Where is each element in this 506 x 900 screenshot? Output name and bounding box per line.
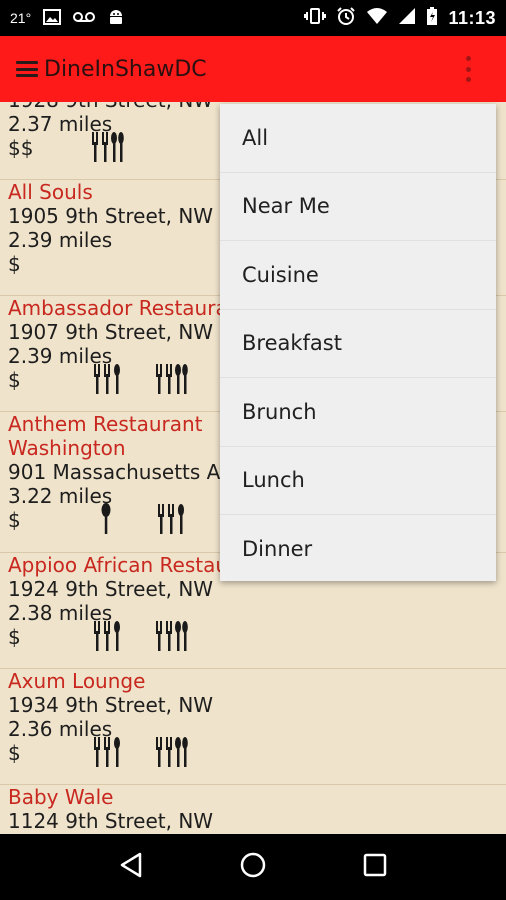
menu-item-cuisine[interactable]: Cuisine (220, 241, 496, 310)
menu-item-lunch[interactable]: Lunch (220, 447, 496, 515)
restaurant-address: 1934 9th Street, NW (8, 693, 214, 717)
battery-icon (426, 6, 438, 31)
status-bar: 21° 11:13 (0, 0, 506, 36)
recents-icon[interactable] (362, 852, 388, 882)
image-icon (43, 8, 62, 28)
signal-icon (398, 7, 416, 30)
restaurant-price: $ (8, 737, 498, 769)
dinner-utensils-icon (154, 735, 188, 769)
restaurant-name: Baby Wale (8, 785, 114, 809)
price-text: $ (8, 508, 21, 532)
price-text: $$ (8, 136, 34, 160)
menu-item-dinner[interactable]: Dinner (220, 515, 496, 584)
lunch-utensils-icon (92, 619, 122, 653)
dinner-utensils-icon (154, 362, 188, 396)
filter-dropdown-menu: All Near Me Cuisine Breakfast Brunch Lun… (220, 104, 496, 581)
app-title: DineInShawDC (44, 56, 207, 82)
app-bar: DineInShawDC (0, 36, 506, 102)
hamburger-menu-icon[interactable] (16, 61, 38, 77)
dinner-utensils-icon (90, 130, 124, 164)
navigation-bar (0, 834, 506, 900)
restaurant-address: 1124 9th Street, NW (8, 809, 214, 833)
voicemail-icon (73, 10, 96, 26)
brunch-utensils-icon (156, 502, 186, 536)
android-icon (107, 8, 125, 29)
restaurant-distance: 2.38 miles (8, 601, 113, 625)
list-item[interactable]: Baby Wale 1124 9th Street, NW (0, 785, 506, 834)
restaurant-name: Axum Lounge (8, 669, 146, 693)
lunch-utensils-icon (92, 735, 122, 769)
list-item[interactable]: Axum Lounge 1934 9th Street, NW 2.36 mil… (0, 669, 506, 785)
vibrate-icon (304, 7, 327, 30)
back-icon[interactable] (118, 851, 144, 883)
lunch-utensils-icon (92, 362, 122, 396)
menu-item-near-me[interactable]: Near Me (220, 173, 496, 241)
menu-item-all[interactable]: All (220, 104, 496, 173)
temperature-text: 21° (10, 10, 32, 26)
breakfast-spoon-icon (100, 502, 112, 536)
price-text: $ (8, 252, 21, 276)
menu-item-breakfast[interactable]: Breakfast (220, 310, 496, 378)
price-text: $ (8, 741, 21, 765)
restaurant-distance: 2.36 miles (8, 717, 113, 741)
wifi-icon (366, 7, 388, 30)
price-text: $ (8, 625, 21, 649)
price-text: $ (8, 368, 21, 392)
home-icon[interactable] (239, 851, 267, 883)
overflow-menu-icon[interactable] (466, 56, 472, 82)
dinner-utensils-icon (154, 619, 188, 653)
restaurant-price: $ (8, 621, 498, 653)
menu-item-brunch[interactable]: Brunch (220, 378, 496, 447)
clock-text: 11:13 (448, 7, 496, 28)
alarm-icon (336, 6, 356, 31)
